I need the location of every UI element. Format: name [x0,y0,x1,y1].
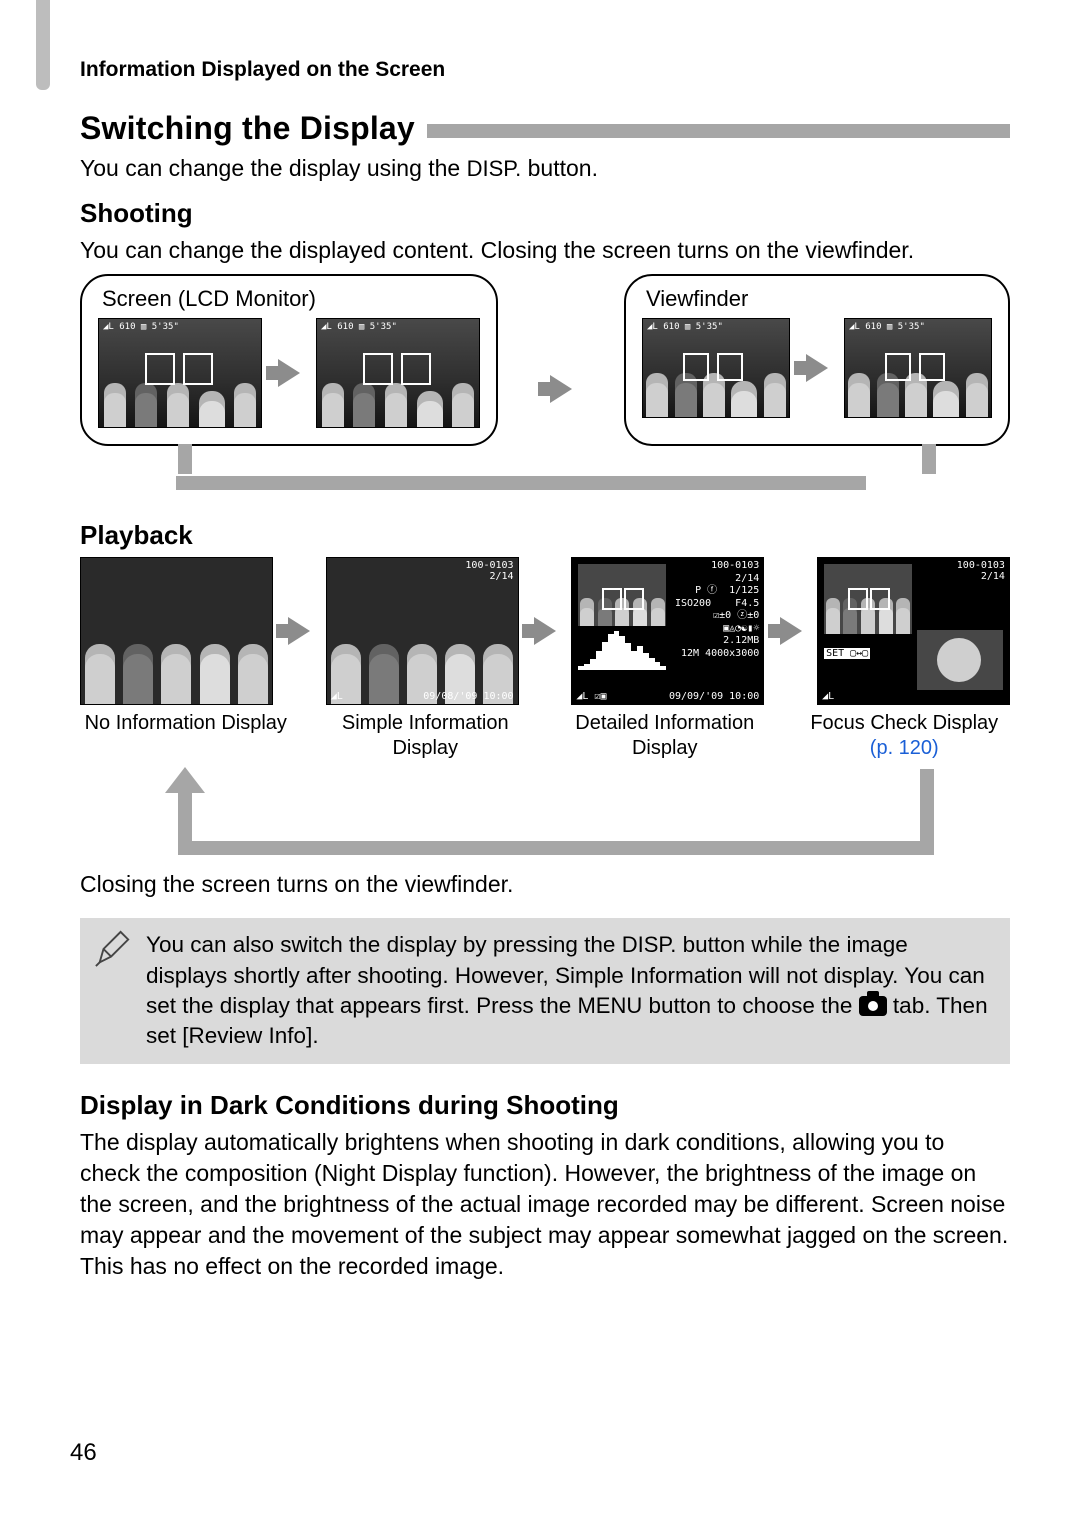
caption: Simple Information Display [320,711,532,761]
viewfinder-label: Viewfinder [646,286,992,312]
zoom-preview [917,630,1003,690]
disp-label: DISP. [622,932,677,957]
arrow-icon [277,617,322,645]
dark-heading: Display in Dark Conditions during Shooti… [80,1090,1010,1121]
intro-text: You can change the display using the DIS… [80,153,1010,184]
overlay-text: ◢L 610 ▥ 5'35" [319,321,477,333]
section-rule [427,124,1010,138]
intro-after: button. [521,155,598,181]
caption-row: No Information Display Simple Informatio… [80,711,1010,761]
caption: Detailed Information Display [559,711,771,761]
info-text: ◢L [331,691,343,702]
info-text: 100-0103 2/14 [465,560,513,582]
vf-thumb-info: ◢L 610 ▥ 5'35" [642,318,790,418]
pb-thumb-simple: 100-0103 2/14 ◢L 09/08/'09 10:00 [326,557,519,705]
pb-thumb-noinfo [80,557,273,705]
camera-icon [859,996,887,1016]
intro-before: You can change the display using the [80,155,467,181]
info-text: 09/09/'09 10:00 [669,691,759,702]
caption: No Information Display [80,711,292,761]
lcd-label: Screen (LCD Monitor) [102,286,480,312]
connector-stub [178,444,192,474]
section-title: Switching the Display [80,110,415,147]
disp-label: DISP. [467,156,522,181]
page-number: 46 [70,1439,97,1467]
info-text: ◢L ☑▣ [576,691,606,702]
playback-row: 100-0103 2/14 ◢L 09/08/'09 10:00 100-010… [80,557,1010,705]
pb-thumb-focus: 100-0103 2/14 SET ▢↔▢ ⊙ ◢L [817,557,1010,705]
info-text: ◢L [822,691,834,702]
info-text: 09/08/'09 10:00 [423,691,513,702]
caption: Focus Check Display (p. 120) [799,711,1011,761]
lcd-thumb-plain: ◢L 610 ▥ 5'35" [316,318,480,428]
info-text: 100-0103 2/14 P ⓕ 1/125 ISO200 F4.5 ☑±0 … [675,560,759,660]
pb-thumb-detailed: 100-0103 2/14 P ⓕ 1/125 ISO200 F4.5 ☑±0 … [571,557,764,705]
shooting-row: Screen (LCD Monitor) ◢L 610 ▥ 5'35" ◢L 6… [80,274,1010,446]
note-icon [94,930,132,1052]
connector-stub [922,444,936,474]
page-ref-link[interactable]: (p. 120) [870,737,939,759]
arrow-icon [523,617,568,645]
arrow-icon [546,375,576,403]
vf-thumb-plain: ◢L 610 ▥ 5'35" [844,318,992,418]
loop-connector [176,476,866,490]
loop-connector [80,763,1010,855]
overlay-text: ◢L 610 ▥ 5'35" [847,321,989,333]
note-box: You can also switch the display by press… [80,918,1010,1064]
lcd-thumbs: ◢L 610 ▥ 5'35" ◢L 610 ▥ 5'35" [98,318,480,428]
lcd-box: Screen (LCD Monitor) ◢L 610 ▥ 5'35" ◢L 6… [80,274,498,446]
page-tab [36,0,50,90]
note-text: You can also switch the display by press… [146,930,994,1052]
dark-text: The display automatically brightens when… [80,1127,1010,1282]
viewfinder-box: Viewfinder ◢L 610 ▥ 5'35" ◢L 610 ▥ 5'35" [624,274,1010,446]
overlay-text: ◢L 610 ▥ 5'35" [645,321,787,333]
arrow-icon [768,617,813,645]
vf-thumbs: ◢L 610 ▥ 5'35" ◢L 610 ▥ 5'35" [642,318,992,418]
lcd-thumb-info: ◢L 610 ▥ 5'35" [98,318,262,428]
section-title-row: Switching the Display [80,110,1010,147]
caption-text: Focus Check Display [810,712,998,734]
shooting-text: You can change the displayed content. Cl… [80,235,1010,266]
note-part: button to choose the [642,993,858,1018]
arrow-icon [794,354,840,382]
note-part: You can also switch the display by press… [146,932,622,957]
arrow-icon [266,359,312,387]
menu-label: MENU [577,993,642,1018]
closing-text: Closing the screen turns on the viewfind… [80,869,1010,900]
page-header: Information Displayed on the Screen [80,58,1010,82]
overlay-text: ◢L 610 ▥ 5'35" [101,321,259,333]
info-text: 100-0103 2/14 [957,560,1005,582]
playback-heading: Playback [80,520,1010,551]
shooting-heading: Shooting [80,198,1010,229]
set-badge: SET ▢↔▢ [824,648,870,659]
